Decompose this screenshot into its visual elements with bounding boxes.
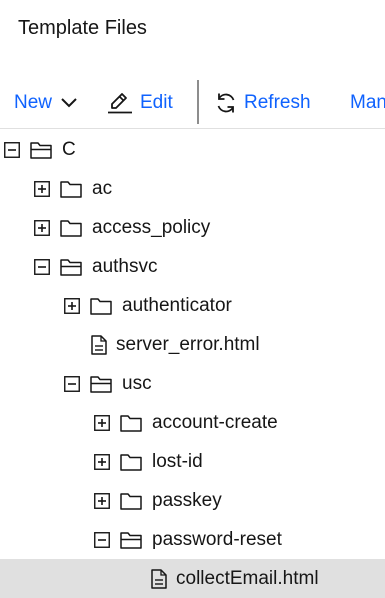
tree-row[interactable]: access_policy <box>0 208 385 247</box>
tree-row[interactable]: ac <box>0 169 385 208</box>
tree-row[interactable]: account-create <box>0 403 385 442</box>
tree-item-label: usc <box>122 373 152 394</box>
tree-item-label: C <box>62 139 76 160</box>
manage-button[interactable]: Man <box>350 78 385 128</box>
tree-row[interactable]: lost-id <box>0 442 385 481</box>
toolbar: New Edit Refresh Man <box>0 78 385 129</box>
folder-icon <box>60 219 82 237</box>
file-tree: Cac access_policyauthsvc authenticator serv… <box>0 130 385 598</box>
tree-item-label: authenticator <box>122 295 232 316</box>
refresh-button[interactable]: Refresh <box>214 78 311 128</box>
tree-row[interactable]: authsvc <box>0 247 385 286</box>
tree-row[interactable]: usc <box>0 364 385 403</box>
expand-toggle-icon[interactable] <box>94 415 110 431</box>
tree-row[interactable]: C <box>0 130 385 169</box>
file-icon <box>150 569 172 589</box>
expand-toggle-icon[interactable] <box>94 454 110 470</box>
tree-item-label: ac <box>92 178 113 199</box>
expand-toggle-icon[interactable] <box>34 220 50 236</box>
refresh-icon <box>214 92 238 114</box>
tree-row[interactable]: authenticator <box>0 286 385 325</box>
folder-icon <box>60 180 82 198</box>
tree-item-label: lost-id <box>152 451 203 472</box>
folder-icon <box>120 453 142 471</box>
edit-button-label: Edit <box>140 92 173 113</box>
folder-icon <box>120 414 142 432</box>
panel-title: Template Files <box>18 17 147 39</box>
expand-toggle-icon[interactable] <box>94 493 110 509</box>
tree-row[interactable]: password-reset <box>0 520 385 559</box>
pencil-icon <box>108 92 132 114</box>
file-icon <box>90 335 112 355</box>
tree-row[interactable]: passkey <box>0 481 385 520</box>
folder-icon <box>90 297 112 315</box>
tree-item-label: server_error.html <box>116 334 260 355</box>
folder-open-icon <box>60 258 82 276</box>
new-button-label: New <box>14 92 53 113</box>
folder-icon <box>120 492 142 510</box>
expand-toggle-icon[interactable] <box>34 181 50 197</box>
folder-open-icon <box>120 531 142 549</box>
new-button[interactable]: New <box>14 78 77 128</box>
tree-row[interactable]: collectEmail.html <box>0 559 385 598</box>
edit-button[interactable]: Edit <box>108 78 173 128</box>
collapse-toggle-icon[interactable] <box>64 376 80 392</box>
collapse-toggle-icon[interactable] <box>4 142 20 158</box>
collapse-toggle-icon[interactable] <box>94 532 110 548</box>
tree-item-label: passkey <box>152 490 222 511</box>
folder-open-icon <box>90 375 112 393</box>
folder-open-icon <box>30 141 52 159</box>
tree-row[interactable]: server_error.html <box>0 325 385 364</box>
tree-item-label: access_policy <box>92 217 211 238</box>
chevron-down-icon <box>61 98 77 108</box>
tree-item-label: authsvc <box>92 256 158 277</box>
tree-item-label: account-create <box>152 412 278 433</box>
collapse-toggle-icon[interactable] <box>34 259 50 275</box>
expand-toggle-icon[interactable] <box>64 298 80 314</box>
toolbar-divider <box>197 80 199 124</box>
tree-item-label: collectEmail.html <box>176 568 319 589</box>
tree-item-label: password-reset <box>152 529 282 550</box>
manage-button-label: Man <box>350 92 385 113</box>
refresh-button-label: Refresh <box>244 92 311 113</box>
